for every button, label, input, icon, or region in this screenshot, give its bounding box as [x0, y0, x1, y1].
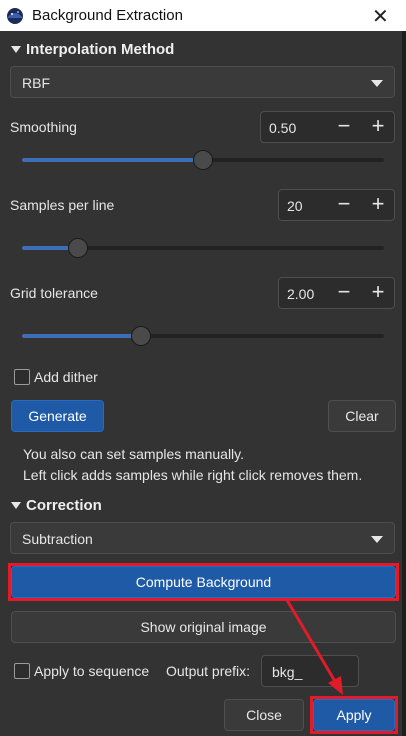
app-icon — [7, 8, 23, 24]
background-window-edge — [402, 31, 406, 736]
title-bar: Background Extraction ✕ — [0, 0, 406, 31]
dialog-body: Interpolation Method RBF Smoothing 0.50 … — [0, 31, 402, 736]
close-icon[interactable]: ✕ — [372, 4, 389, 29]
annotation-arrow — [285, 599, 343, 695]
window-title: Background Extraction — [32, 7, 183, 24]
